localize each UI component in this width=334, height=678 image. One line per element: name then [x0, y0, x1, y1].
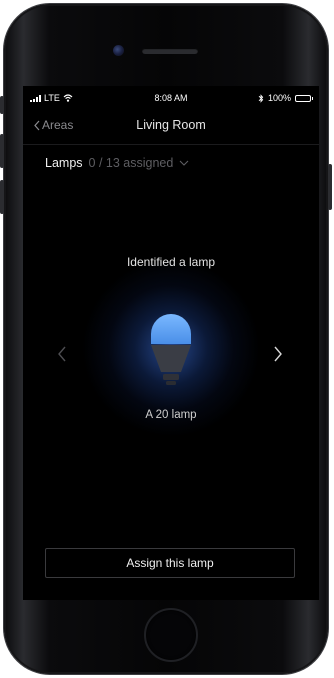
light-bulb-icon	[151, 314, 191, 385]
navigation-bar: Areas Living Room	[23, 110, 319, 140]
assign-lamp-button[interactable]: Assign this lamp	[45, 548, 295, 578]
next-lamp-button[interactable]	[271, 344, 285, 364]
front-camera	[113, 45, 124, 56]
lamps-assigned-count: 0 / 13 assigned	[88, 156, 174, 170]
bluetooth-icon	[258, 93, 264, 103]
page-title: Living Room	[136, 118, 206, 132]
volume-up-button	[0, 134, 4, 168]
volume-down-button	[0, 180, 4, 214]
power-button	[328, 164, 332, 210]
previous-lamp-button[interactable]	[55, 344, 69, 364]
divider	[23, 144, 319, 145]
earpiece-speaker	[142, 48, 198, 54]
battery-percent: 100%	[267, 93, 291, 103]
lamps-label: Lamps	[45, 156, 83, 170]
phone-frame: LTE 8:08 AM 100% Areas Living Room Lamps…	[0, 4, 332, 674]
mute-switch	[0, 96, 4, 114]
chevron-down-icon	[179, 160, 189, 166]
battery-icon	[295, 94, 313, 102]
app-screen: LTE 8:08 AM 100% Areas Living Room Lamps…	[23, 86, 319, 600]
lamp-name: A 20 lamp	[145, 409, 197, 421]
status-bar: LTE 8:08 AM 100%	[23, 86, 319, 108]
home-button[interactable]	[144, 608, 198, 662]
lamps-dropdown[interactable]: Lamps 0 / 13 assigned	[45, 156, 189, 170]
